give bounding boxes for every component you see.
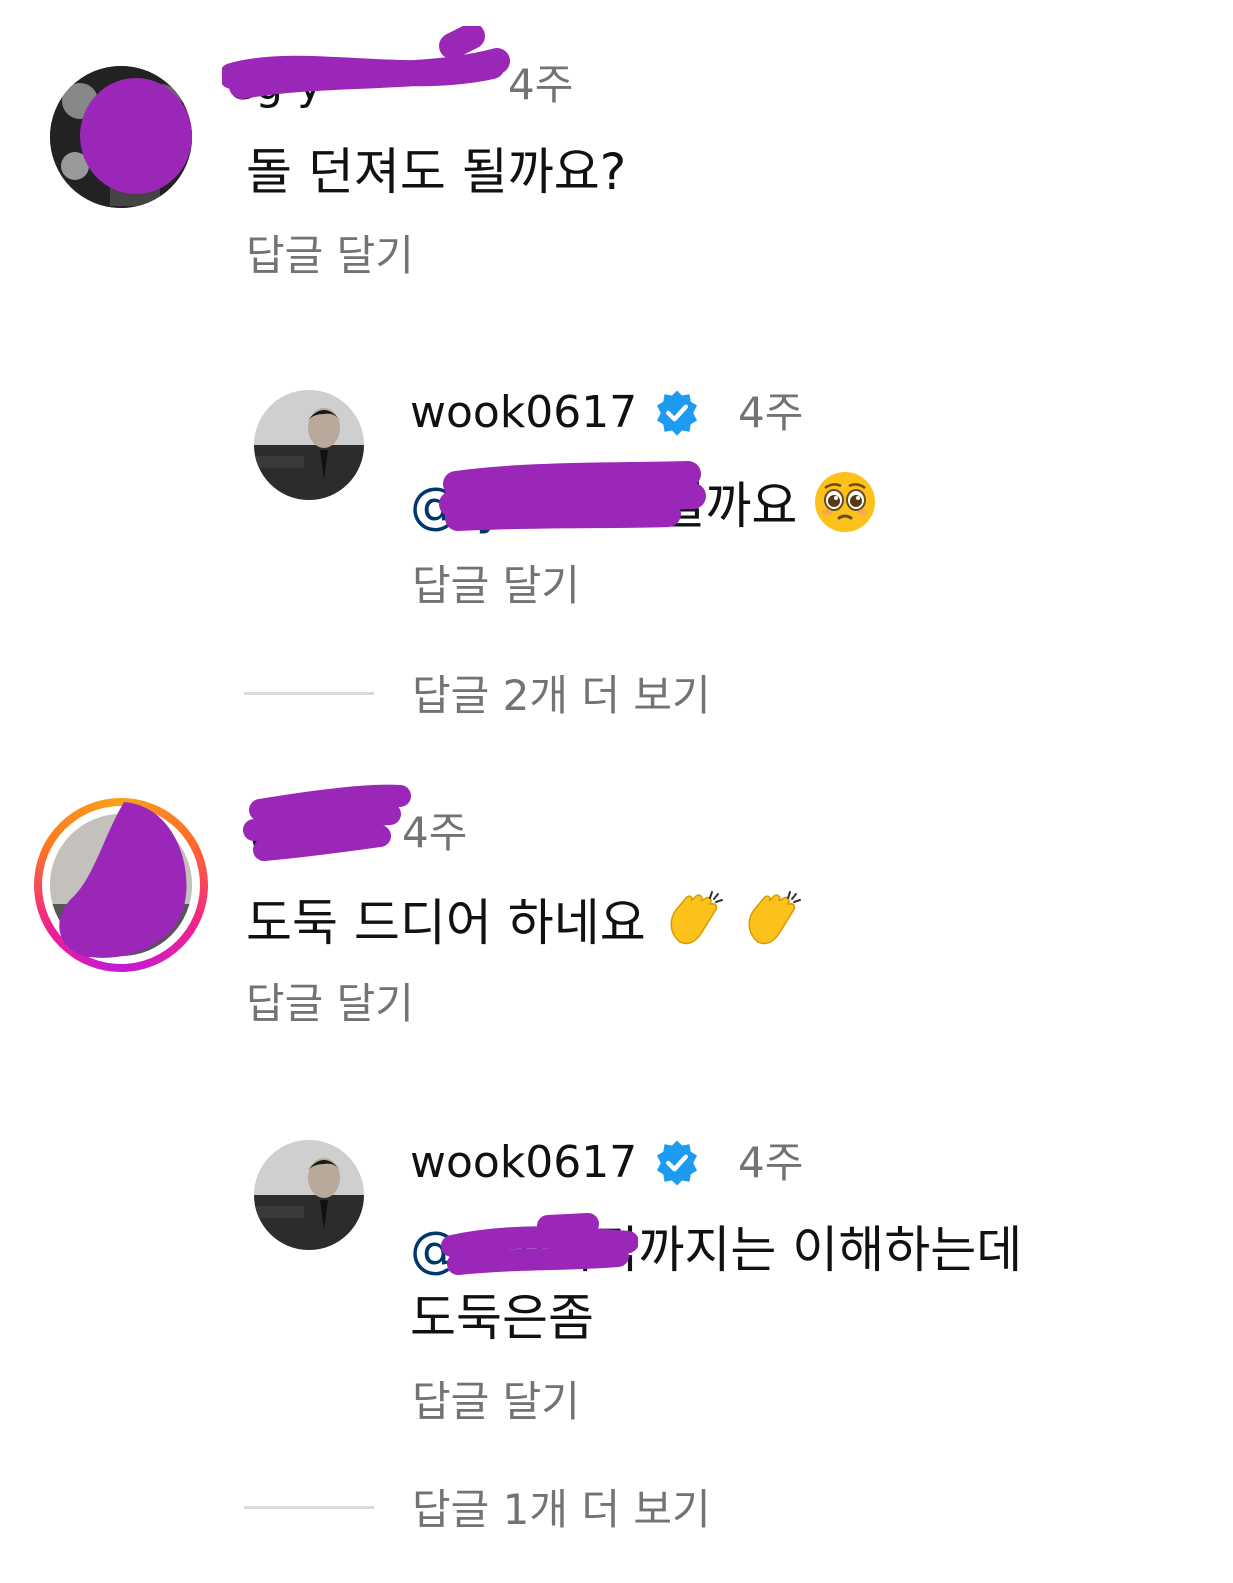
view-more-replies-button[interactable]: 답글 2개 더 보기 — [412, 668, 711, 724]
verified-badge-icon — [652, 388, 702, 438]
avatar[interactable] — [254, 1140, 364, 1250]
comment-username[interactable]: eg y — [228, 58, 323, 112]
view-more-replies-button[interactable]: 답글 1개 더 보기 — [412, 1482, 711, 1538]
reply-text-line1: 해적까지는 이해하는데 — [546, 1221, 1023, 1279]
comment-text-content: 도둑 드디어 하네요 — [246, 894, 646, 952]
reply-text-content: 피해도될까요 — [505, 477, 798, 535]
verified-badge-icon — [652, 1138, 702, 1188]
reply-time: 4주 — [738, 388, 804, 437]
reply-text-line2: 도둑은좀 — [410, 1289, 594, 1347]
reply-text: @ y 피해도될까요 — [410, 470, 877, 549]
clapping-hands-emoji — [662, 888, 724, 965]
view-replies-divider — [244, 1506, 374, 1509]
comment-time: 4주 — [508, 60, 574, 109]
comment-text: 돌 던져도 될까요? — [246, 143, 627, 201]
avatar[interactable] — [50, 66, 192, 208]
mention-link[interactable]: @w v — [410, 1221, 546, 1279]
reply-button[interactable]: 답글 달기 — [412, 558, 580, 614]
comment-username[interactable]: w a — [246, 806, 323, 860]
avatar[interactable] — [50, 814, 192, 956]
reply-username[interactable]: wook0617 — [410, 386, 637, 440]
reply-username[interactable]: wook0617 — [410, 1136, 637, 1190]
reply-button[interactable]: 답글 달기 — [412, 1374, 580, 1430]
comment-time: 4주 — [402, 808, 468, 857]
reply-time: 4주 — [738, 1138, 804, 1187]
avatar[interactable] — [254, 390, 364, 500]
view-replies-divider — [244, 692, 374, 695]
mention-link[interactable]: @ y — [410, 477, 505, 535]
reply-button[interactable]: 답글 달기 — [246, 228, 414, 284]
comment-text: 도둑 드디어 하네요 — [246, 888, 802, 965]
reply-text: @w v해적까지는 이해하는데 — [410, 1218, 1022, 1282]
pleading-face-emoji — [813, 470, 877, 549]
clapping-hands-emoji — [740, 888, 802, 965]
reply-button[interactable]: 답글 달기 — [246, 976, 414, 1032]
